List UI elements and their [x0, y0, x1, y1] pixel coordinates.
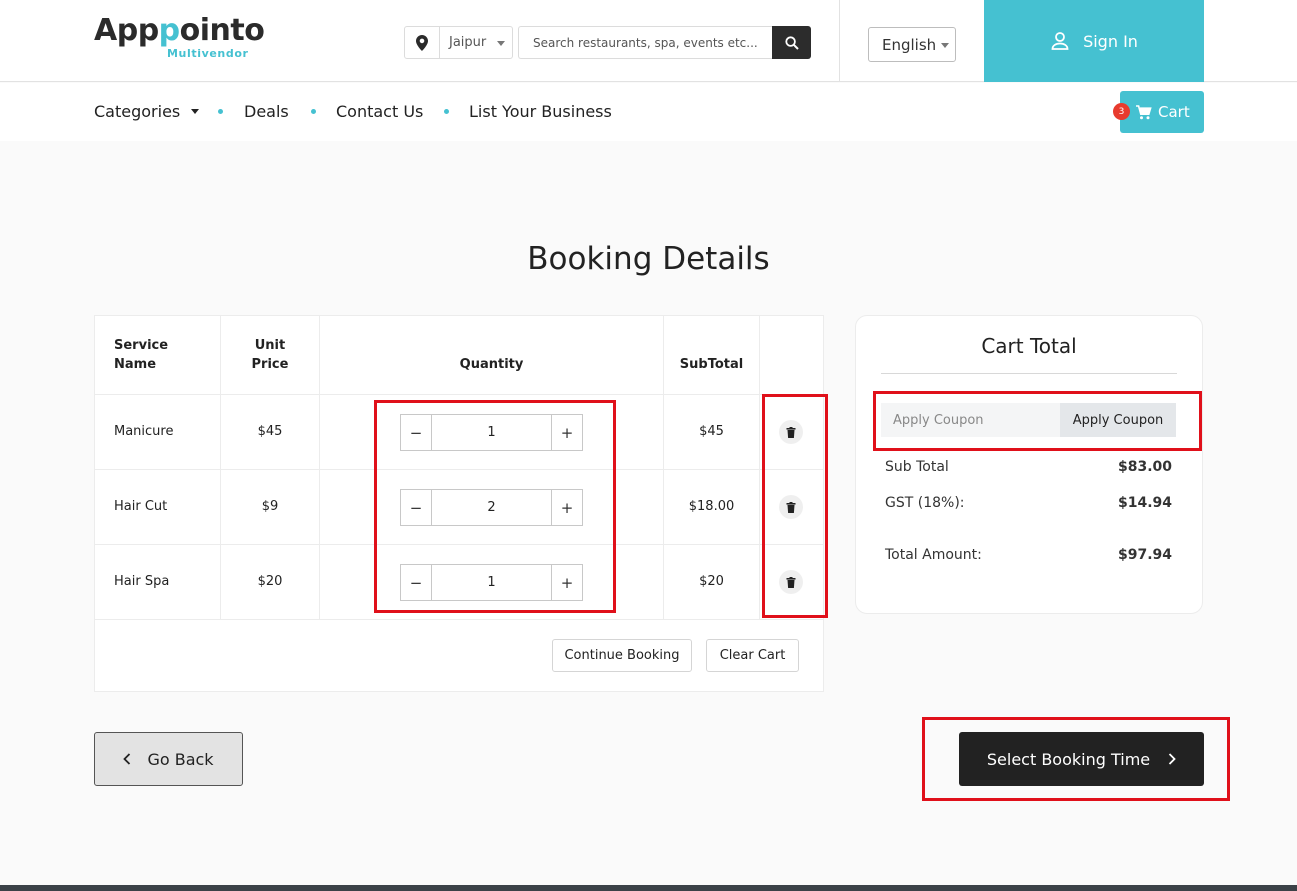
quantity-stepper: − 2 + [400, 489, 583, 526]
main-nav: Categories Deals Contact Us List Your Bu… [0, 83, 1297, 141]
logo-subtitle: Multivendor [167, 47, 249, 60]
trash-icon [786, 501, 796, 513]
sub-total-value: $83.00 [1117, 459, 1172, 475]
gst-value: $14.94 [1117, 495, 1172, 511]
sign-in-label: Sign In [1083, 31, 1138, 51]
nav-categories[interactable]: Categories [94, 102, 200, 122]
trash-icon [786, 426, 796, 438]
total-amount-label: Total Amount: [885, 547, 982, 563]
user-icon [1051, 32, 1069, 50]
table-divider [95, 394, 823, 395]
table-divider [95, 469, 823, 470]
table-row-service: Hair Spa [114, 574, 170, 589]
table-divider [95, 544, 823, 545]
quantity-value[interactable]: 1 [431, 415, 552, 450]
decrease-quantity-button[interactable]: − [401, 565, 431, 600]
header-service-name: Service Name [114, 338, 169, 372]
table-row-service: Manicure [114, 424, 174, 439]
table-row-service: Hair Cut [114, 499, 168, 514]
table-row-price: $9 [261, 499, 279, 514]
gst-label: GST (18%): [885, 495, 965, 511]
chevron-left-icon [123, 753, 131, 765]
page-title: Booking Details [527, 241, 770, 277]
search-icon [784, 35, 799, 50]
select-booking-time-button[interactable]: Select Booking Time [959, 732, 1204, 786]
header-divider [839, 0, 840, 82]
table-divider [759, 316, 760, 620]
quantity-value[interactable]: 2 [431, 490, 552, 525]
delete-item-button[interactable] [779, 570, 803, 594]
sign-in-button[interactable]: Sign In [984, 0, 1204, 82]
nav-contact-us[interactable]: Contact Us [336, 102, 423, 122]
caret-down-icon [191, 109, 200, 114]
increase-quantity-button[interactable]: + [552, 565, 582, 600]
chevron-down-icon [497, 41, 505, 46]
delete-item-button[interactable] [779, 420, 803, 444]
table-row-subtotal: $20 [699, 574, 724, 589]
delete-item-button[interactable] [779, 495, 803, 519]
cart-count-badge: 3 [1113, 103, 1130, 120]
nav-deals[interactable]: Deals [244, 102, 289, 122]
top-header: Apppointo Multivendor Jaipur English Sig… [0, 0, 1297, 82]
cart-label: Cart [1158, 103, 1190, 121]
language-value: English [882, 35, 937, 54]
search-input[interactable] [518, 26, 773, 59]
quantity-value[interactable]: 1 [431, 565, 552, 600]
increase-quantity-button[interactable]: + [552, 490, 582, 525]
language-select[interactable]: English [868, 27, 956, 62]
go-back-label: Go Back [147, 749, 214, 769]
logo-text: Apppointo [94, 13, 265, 48]
quantity-stepper: − 1 + [400, 414, 583, 451]
total-amount-value: $97.94 [1117, 547, 1172, 563]
cart-icon [1136, 104, 1152, 119]
nav-separator-dot [218, 109, 223, 114]
location-value: Jaipur [449, 35, 487, 50]
trash-icon [786, 576, 796, 588]
chevron-down-icon [941, 43, 949, 48]
decrease-quantity-button[interactable]: − [401, 415, 431, 450]
cart-total-divider [881, 373, 1177, 374]
header-quantity: Quantity [459, 357, 524, 372]
footer-strip [0, 885, 1297, 891]
apply-coupon-button[interactable]: Apply Coupon [1060, 403, 1176, 437]
coupon-input[interactable] [881, 403, 1061, 437]
nav-separator-dot [311, 109, 316, 114]
header-unit-price: Unit Price [251, 338, 289, 372]
table-row-price: $20 [257, 574, 283, 589]
header-subtotal: SubTotal [679, 357, 744, 372]
go-back-button[interactable]: Go Back [94, 732, 243, 786]
table-row-price: $45 [257, 424, 283, 439]
increase-quantity-button[interactable]: + [552, 415, 582, 450]
map-pin-icon [405, 27, 440, 58]
quantity-stepper: − 1 + [400, 564, 583, 601]
continue-booking-button[interactable]: Continue Booking [552, 639, 692, 672]
table-row-subtotal: $18.00 [688, 499, 735, 514]
search-button[interactable] [772, 26, 811, 59]
location-select[interactable]: Jaipur [404, 26, 513, 59]
logo[interactable]: Apppointo Multivendor [94, 13, 265, 61]
cart-button[interactable]: Cart [1120, 91, 1204, 133]
decrease-quantity-button[interactable]: − [401, 490, 431, 525]
nav-separator-dot [444, 109, 449, 114]
nav-list-your-business[interactable]: List Your Business [469, 102, 612, 122]
table-divider [95, 619, 823, 620]
select-booking-time-label: Select Booking Time [986, 749, 1151, 769]
table-row-subtotal: $45 [699, 424, 724, 439]
chevron-right-icon [1168, 753, 1176, 765]
sub-total-label: Sub Total [885, 459, 949, 475]
clear-cart-button[interactable]: Clear Cart [706, 639, 799, 672]
cart-total-title: Cart Total [981, 334, 1077, 358]
